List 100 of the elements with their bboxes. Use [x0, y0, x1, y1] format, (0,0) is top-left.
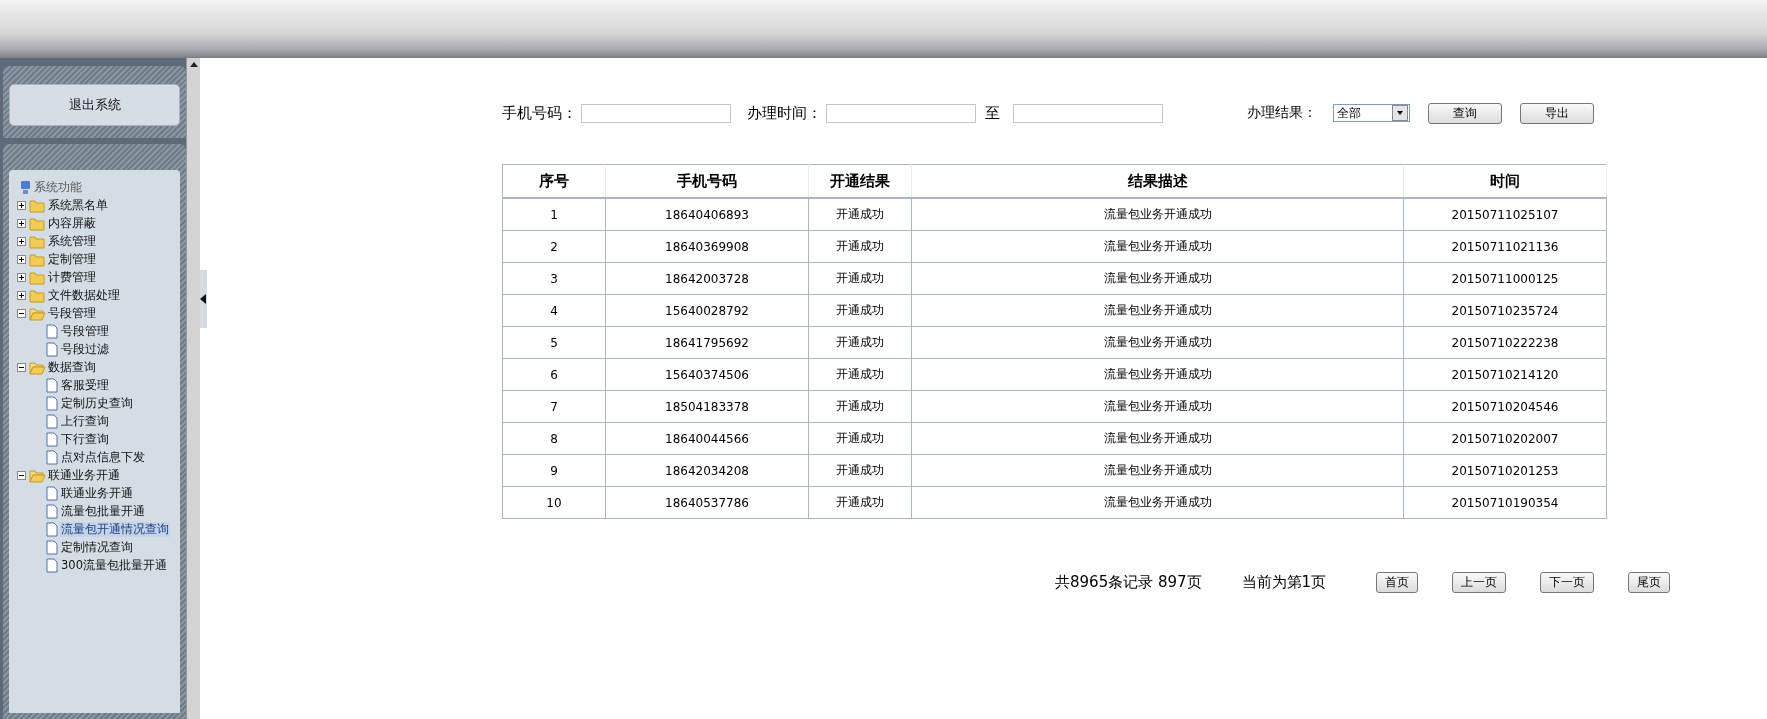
table-cell: 开通成功 [808, 358, 912, 391]
document-icon [45, 539, 59, 555]
tree-root-label: 系统功能 [33, 179, 83, 195]
table-cell: 6 [502, 358, 606, 391]
column-header: 结果描述 [911, 164, 1404, 198]
document-icon [45, 557, 59, 573]
tree-item[interactable]: 流量包开通情况查询 [60, 521, 170, 537]
table-cell: 流量包业务开通成功 [911, 486, 1404, 519]
collapse-arrow-icon[interactable] [200, 293, 206, 304]
table-cell: 流量包业务开通成功 [911, 198, 1404, 231]
document-icon [45, 431, 59, 447]
collapse-toggle[interactable] [17, 470, 26, 480]
tree-item[interactable]: 流量包批量开通 [60, 503, 146, 519]
tree-item[interactable]: 计费管理 [47, 269, 97, 285]
tree-item[interactable]: 客服受理 [60, 377, 110, 393]
scroll-up-arrow-icon[interactable] [189, 62, 198, 67]
table-cell: 10 [502, 486, 606, 519]
page-button[interactable]: 尾页 [1628, 572, 1671, 593]
logout-button[interactable]: 退出系统 [9, 84, 180, 126]
tree-item[interactable]: 系统管理 [47, 233, 97, 249]
tree-item[interactable]: 联通业务开通 [47, 467, 121, 483]
phone-input-field[interactable] [581, 103, 731, 123]
field-label: 手机号码： [502, 103, 577, 123]
expand-toggle[interactable] [17, 272, 26, 282]
page-button[interactable]: 上一页 [1452, 572, 1507, 593]
table-cell: 开通成功 [808, 230, 912, 263]
table-cell: 开通成功 [808, 326, 912, 359]
expand-toggle[interactable] [17, 254, 26, 264]
folder-icon [29, 467, 46, 483]
tree-item[interactable]: 号段管理 [47, 305, 97, 321]
plus-icon [17, 236, 26, 246]
tree-item[interactable]: 数据查询 [47, 359, 97, 375]
table-cell: 流量包业务开通成功 [911, 230, 1404, 263]
table-cell: 2 [502, 230, 606, 263]
minus-icon [17, 470, 26, 480]
table-cell: 开通成功 [808, 262, 912, 295]
table-cell: 开通成功 [808, 486, 912, 519]
table-cell: 流量包业务开通成功 [911, 422, 1404, 455]
table-cell: 5 [502, 326, 606, 359]
tree-item[interactable]: 号段过滤 [60, 341, 110, 357]
table-cell: 3 [502, 262, 606, 295]
plus-icon [17, 290, 26, 300]
table-cell: 20150710214120 [1403, 358, 1607, 391]
expand-toggle[interactable] [17, 290, 26, 300]
table-cell: 开通成功 [808, 198, 912, 231]
expand-toggle[interactable] [17, 218, 26, 228]
end-time-input-field[interactable] [1013, 103, 1163, 123]
tree-item[interactable]: 下行查询 [60, 431, 110, 447]
table-cell: 18642003728 [605, 262, 809, 295]
tree-item[interactable]: 文件数据处理 [47, 287, 121, 303]
folder-icon [29, 215, 46, 231]
table-cell: 18504183378 [605, 390, 809, 423]
splitter-handle[interactable] [200, 269, 207, 328]
table-cell: 15640374506 [605, 358, 809, 391]
table-cell: 流量包业务开通成功 [911, 358, 1404, 391]
column-header: 序号 [502, 164, 606, 198]
folder-icon [29, 251, 46, 267]
folder-icon [29, 305, 46, 321]
tree-item[interactable]: 点对点信息下发 [60, 449, 146, 465]
tree-item[interactable]: 内容屏蔽 [47, 215, 97, 231]
table-cell: 18640406893 [605, 198, 809, 231]
table-cell: 开通成功 [808, 422, 912, 455]
tree-item[interactable]: 定制管理 [47, 251, 97, 267]
start-time-input-field[interactable] [826, 103, 976, 123]
page-button[interactable]: 下一页 [1540, 572, 1595, 593]
tree-item[interactable]: 号段管理 [60, 323, 110, 339]
column-header: 手机号码 [605, 164, 809, 198]
scrollbar[interactable] [186, 58, 200, 719]
table-cell: 开通成功 [808, 390, 912, 423]
table-cell: 18640044566 [605, 422, 809, 455]
table-cell: 4 [502, 294, 606, 327]
collapse-toggle[interactable] [17, 362, 26, 372]
table-cell: 20150710204546 [1403, 390, 1607, 423]
folder-icon [29, 287, 46, 303]
table-cell: 20150710235724 [1403, 294, 1607, 327]
expand-toggle[interactable] [17, 236, 26, 246]
tree-item[interactable]: 联通业务开通 [60, 485, 134, 501]
expand-toggle[interactable] [17, 200, 26, 210]
table-cell: 20150710222238 [1403, 326, 1607, 359]
tree-item[interactable]: 上行查询 [60, 413, 110, 429]
table-cell: 流量包业务开通成功 [911, 390, 1404, 423]
tree-item[interactable]: 300流量包批量开通 [60, 557, 168, 573]
tree-item[interactable]: 系统黑名单 [47, 197, 109, 213]
export-button[interactable]: 导出 [1520, 102, 1594, 124]
document-icon [45, 341, 59, 357]
result-dropdown[interactable]: 全部 [1333, 104, 1410, 122]
page-button[interactable]: 首页 [1376, 572, 1419, 593]
plus-icon [17, 254, 26, 264]
collapse-toggle[interactable] [17, 308, 26, 318]
table-cell: 7 [502, 390, 606, 423]
table-cell: 20150710201253 [1403, 454, 1607, 487]
tree-item[interactable]: 定制历史查询 [60, 395, 134, 411]
document-icon [45, 413, 59, 429]
table-cell: 1 [502, 198, 606, 231]
tree-item[interactable]: 定制情况查询 [60, 539, 134, 555]
document-icon [45, 323, 59, 339]
table-cell: 流量包业务开通成功 [911, 454, 1404, 487]
query-button[interactable]: 查询 [1428, 102, 1502, 124]
table-cell: 8 [502, 422, 606, 455]
column-header: 时间 [1403, 164, 1607, 198]
